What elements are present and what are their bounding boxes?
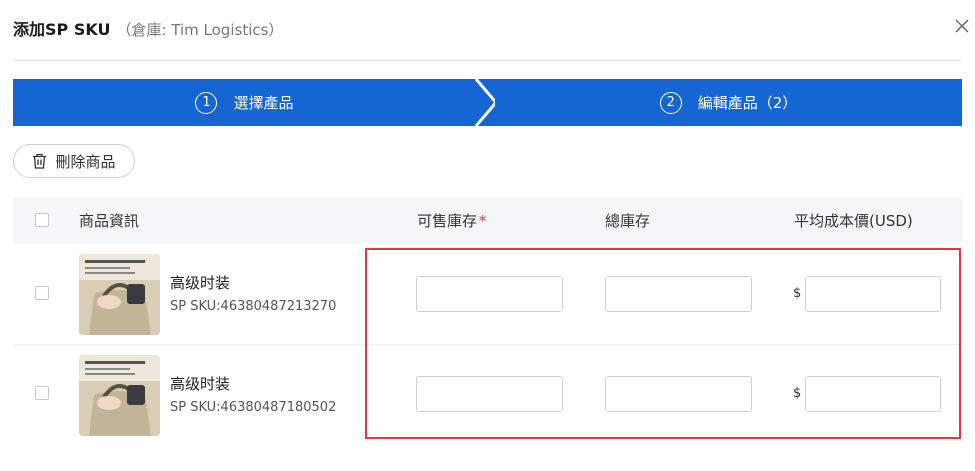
table-row: 高级时装 SP SKU:46380487213270 $ [13, 244, 962, 345]
stepper: 1 選擇產品 2 編輯產品（2） [13, 79, 962, 126]
table-row: 高级时装 SP SKU:46380487180502 $ [13, 345, 962, 445]
header-divider [13, 60, 962, 61]
avg-cost-input[interactable] [805, 276, 941, 312]
dialog-title: 添加SP SKU [13, 20, 111, 39]
required-mark: * [479, 212, 487, 230]
step-number: 2 [659, 91, 682, 114]
product-sku: SP SKU:46380487213270 [170, 299, 337, 314]
product-sku: SP SKU:46380487180502 [170, 400, 337, 415]
step-edit-products[interactable]: 2 編輯產品（2） [495, 79, 962, 126]
product-thumbnail [79, 355, 160, 436]
close-icon[interactable] [949, 14, 975, 40]
currency-symbol: $ [793, 386, 802, 401]
available-stock-input[interactable] [416, 276, 563, 312]
step-select-products[interactable]: 1 選擇產品 [13, 79, 476, 126]
col-available-stock: 可售庫存 * [417, 212, 487, 230]
total-stock-input[interactable] [605, 276, 752, 312]
select-all-checkbox[interactable] [35, 213, 49, 227]
currency-symbol: $ [793, 286, 802, 301]
step-number: 1 [195, 91, 218, 114]
table-header: 商品資訊 可售庫存 * 總庫存 平均成本價(USD) [13, 198, 962, 244]
col-avg-cost: 平均成本價(USD) [794, 212, 913, 230]
step-label: 選擇產品 [233, 94, 294, 112]
step-label: 編輯產品（2） [697, 94, 798, 112]
product-thumbnail [79, 254, 160, 335]
col-total-stock: 總庫存 [605, 212, 651, 230]
total-stock-input[interactable] [605, 376, 752, 412]
product-name: 高级时装 [170, 274, 231, 292]
available-stock-input[interactable] [416, 376, 563, 412]
col-product-info: 商品資訊 [79, 212, 140, 230]
delete-label: 刪除商品 [55, 152, 116, 171]
trash-icon [33, 153, 47, 169]
avg-cost-input[interactable] [805, 376, 941, 412]
product-name: 高级时装 [170, 375, 231, 393]
row-checkbox[interactable] [35, 386, 49, 400]
row-checkbox[interactable] [35, 286, 49, 300]
dialog-header: 添加SP SKU （倉庫: Tim Logistics） [13, 16, 283, 40]
warehouse-subtitle: （倉庫: Tim Logistics） [116, 21, 284, 39]
delete-products-button[interactable]: 刪除商品 [13, 144, 135, 178]
